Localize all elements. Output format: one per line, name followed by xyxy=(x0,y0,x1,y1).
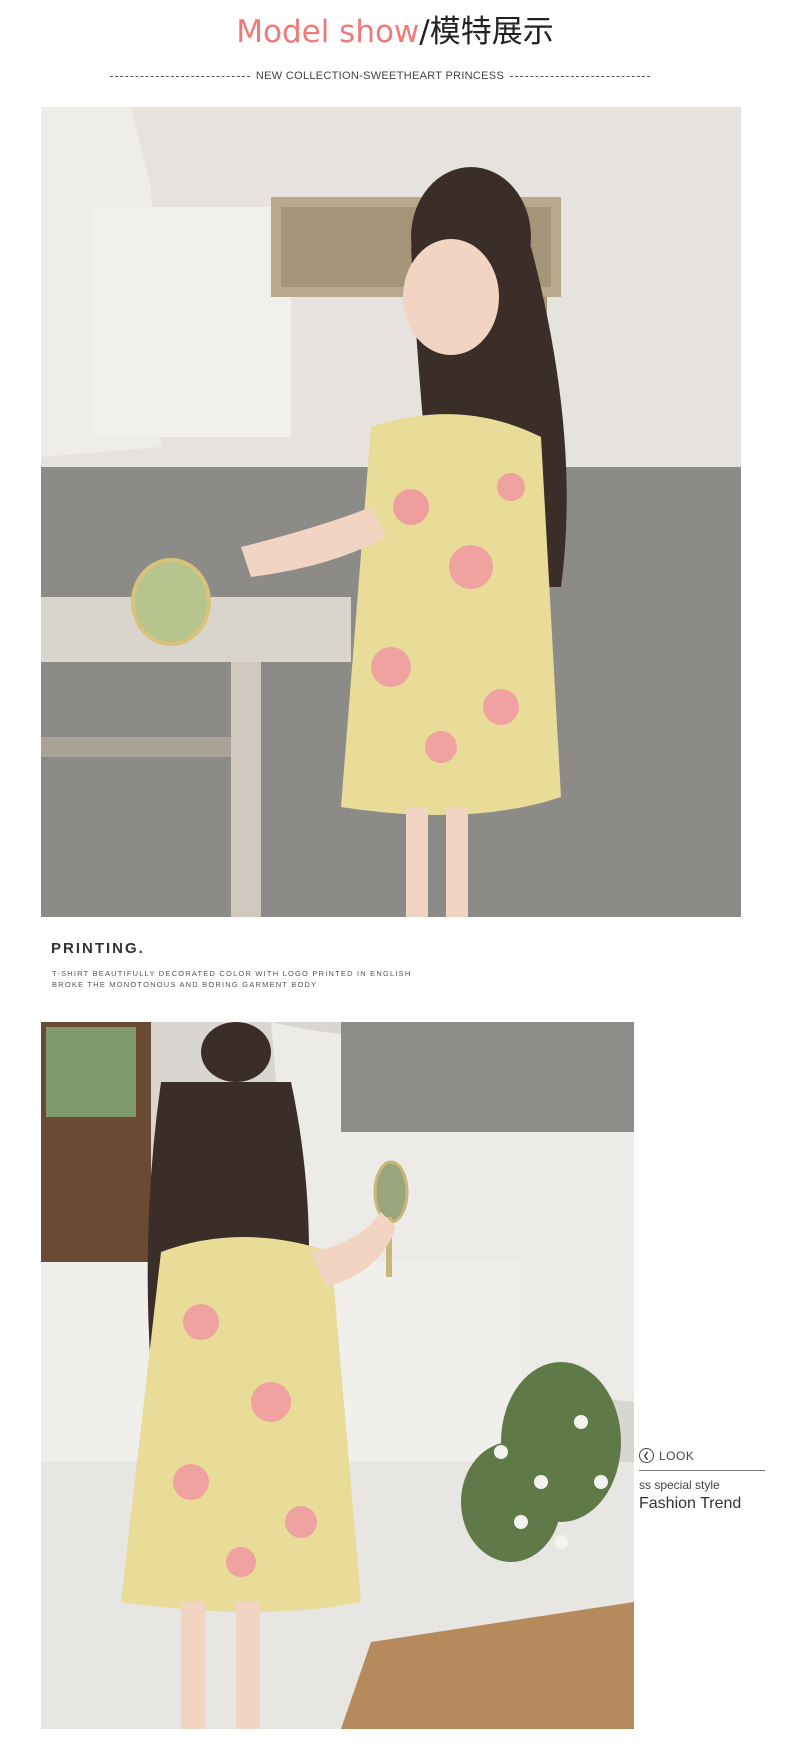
page-title: Model show/模特展示 xyxy=(0,10,790,54)
printing-title: PRINTING. xyxy=(51,940,145,957)
title-separator: / xyxy=(419,14,430,50)
photo-2-illustration xyxy=(41,1022,634,1729)
look-divider xyxy=(639,1470,765,1471)
side-caption-small: ss special style xyxy=(639,1478,720,1492)
chevron-left-icon: ❮ xyxy=(639,1448,654,1463)
dashed-divider-left xyxy=(110,75,250,77)
subtitle-row: NEW COLLECTION-SWEETHEART PRINCESS xyxy=(110,68,651,84)
printing-line-1: T-SHIRT BEAUTIFULLY DECORATED COLOR WITH… xyxy=(52,969,412,978)
title-english: Model show xyxy=(236,14,420,50)
dashed-divider-right xyxy=(510,75,651,77)
look-label: ❮ LOOK xyxy=(639,1448,765,1463)
photo-1-illustration xyxy=(41,107,741,917)
printing-line-2: BROKE THE MONOTONOUS AND BORING GARMENT … xyxy=(52,980,318,989)
model-photo-2 xyxy=(41,1022,634,1729)
title-chinese: 模特展示 xyxy=(429,14,554,50)
look-text: LOOK xyxy=(659,1448,695,1463)
side-caption-big: Fashion Trend xyxy=(639,1495,742,1512)
model-photo-1 xyxy=(41,107,741,917)
subtitle: NEW COLLECTION-SWEETHEART PRINCESS xyxy=(255,70,505,82)
printing-description: T-SHIRT BEAUTIFULLY DECORATED COLOR WITH… xyxy=(52,968,512,990)
